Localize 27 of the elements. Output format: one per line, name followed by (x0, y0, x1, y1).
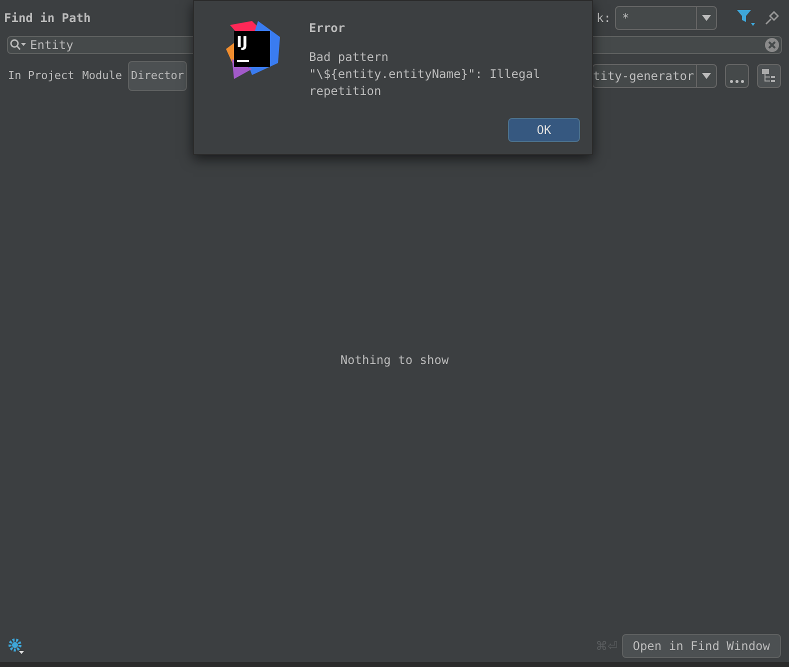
scope-option[interactable]: Module (80, 61, 124, 91)
folder-tree-icon (762, 69, 776, 83)
open-in-find-window-button[interactable]: Open in Find Window (622, 634, 781, 658)
pin-icon[interactable] (765, 11, 779, 25)
file-mask-dropdown[interactable]: * (615, 6, 717, 30)
path-value: tity-generator (593, 68, 696, 85)
browse-button[interactable] (725, 64, 749, 88)
file-mask-label: k: (596, 10, 611, 27)
scope-option[interactable]: In Project (6, 61, 76, 91)
clear-icon[interactable] (765, 38, 779, 52)
search-value: Entity (30, 37, 74, 54)
filter-icon[interactable] (737, 10, 755, 26)
window-title: Find in Path (4, 10, 91, 27)
scope-option[interactable]: Director (128, 61, 187, 91)
shortcut-hint: ⌘⏎ (596, 638, 618, 654)
caret-icon (702, 73, 712, 79)
error-message: Bad pattern "\${entity.entityName}": Illegal repetition (309, 49, 542, 100)
more-icon (730, 80, 744, 83)
search-icon (10, 39, 26, 51)
recursive-toggle[interactable] (757, 64, 781, 88)
empty-results-text: Nothing to show (340, 352, 449, 369)
file-mask-value: * (621, 10, 630, 27)
settings-icon[interactable] (8, 638, 24, 654)
directory-path-dropdown[interactable]: tity-generator (592, 64, 717, 88)
dialog-title: Error (309, 20, 346, 37)
ok-button[interactable]: OK (508, 118, 580, 142)
caret-icon (702, 15, 711, 21)
